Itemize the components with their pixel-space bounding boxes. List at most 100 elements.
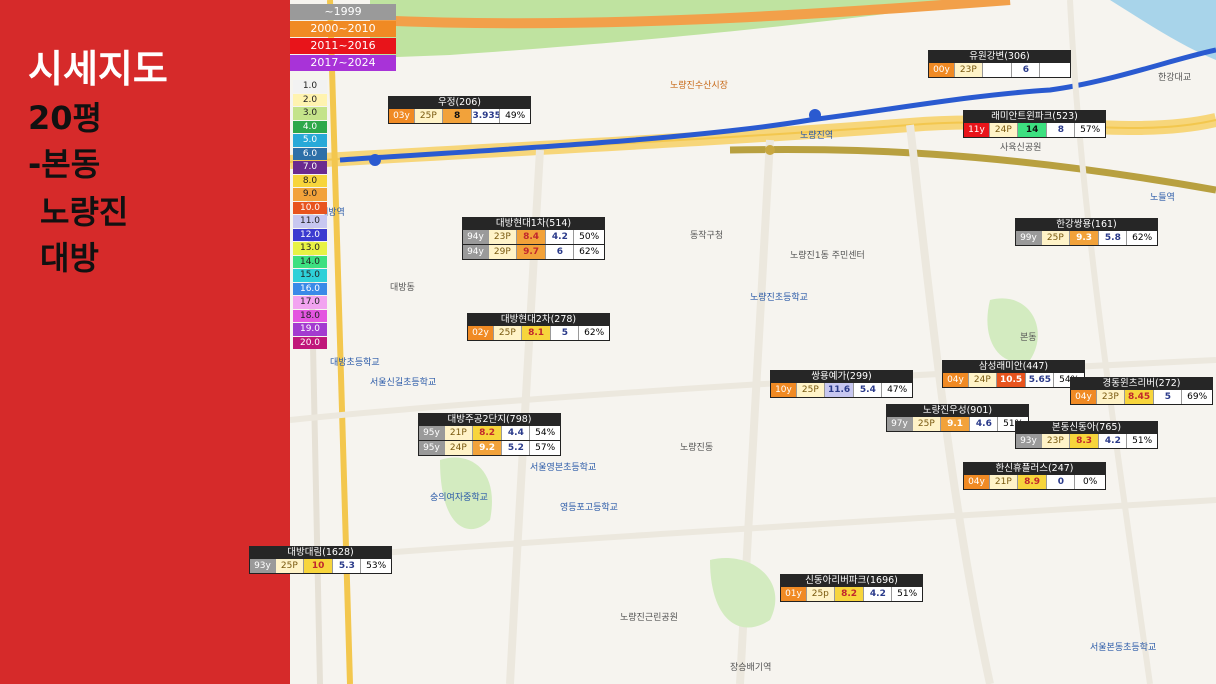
jeonse-ratio-cell — [1040, 63, 1070, 77]
price-legend-item: 17.0 — [293, 296, 327, 309]
price-legend-item: 12.0 — [293, 228, 327, 241]
price-cell: 8 — [442, 109, 473, 123]
size-cell: 23P — [1041, 434, 1070, 448]
price-legend: 1.0 2.0 3.0 4.0 5.0 6.0 7.0 8.0 9.0 10.0 11.0 12.0 1… — [293, 80, 327, 350]
era-legend: ~1999 2000~2010 2011~2016 2017~2024 — [290, 4, 396, 72]
apartment-row: 94y 23P 8.4 4.2 50% — [462, 230, 605, 245]
apartment-name: 신동아리버파크(1696) — [780, 574, 923, 587]
jeonse-ratio-cell: 47% — [887, 385, 908, 395]
era-legend-item: 2011~2016 — [290, 38, 396, 54]
jeonse-ratio-cell: 49% — [505, 111, 526, 121]
jeonse-cell: 5.65 — [1026, 373, 1055, 387]
map-label-daebang-elementary: 대방초등학교 — [330, 358, 380, 368]
price-cell: 8.9 — [1017, 475, 1048, 489]
built-year-cell: 93y — [250, 559, 276, 573]
size-cell: 25P — [493, 326, 522, 340]
price-cell: 8.1 — [521, 326, 552, 340]
map-label-singil-elementary: 서울신길초등학교 — [370, 378, 437, 388]
apartment-name: 한강쌍용(161) — [1015, 218, 1158, 231]
built-year-cell: 94y — [463, 230, 489, 244]
price-legend-item: 9.0 — [293, 188, 327, 201]
size-cell: 24P — [968, 373, 997, 387]
map-label-noryangjin-station: 노량진역 — [800, 131, 834, 141]
built-year-cell: 01y — [781, 587, 807, 601]
map-label-daebang-dong: 대방동 — [390, 283, 415, 293]
apartment-label[interactable]: 대방주공2단지(798) 95y 21P 8.2 4.4 54% 95y 24P 9.2 5.2 5… — [418, 413, 561, 456]
map-label-sungui-middle: 숭의여자중학교 — [430, 493, 488, 503]
apartment-label[interactable]: 쌍용예가(299) 10y 25P 11.6 5.4 47% — [770, 370, 913, 398]
built-year-cell: 95y — [419, 441, 445, 455]
apartment-label[interactable]: 대방대림(1628) 93y 25P 10 5.3 53% — [249, 546, 392, 574]
built-year-cell: 02y — [468, 326, 494, 340]
apartment-name: 대방현대1차(514) — [462, 217, 605, 230]
map-label-hangang-bridge: 한강대교 — [1158, 73, 1192, 83]
price-cell: 10.5 — [996, 373, 1027, 387]
apartment-label[interactable]: 유원강변(306) 00y 23P 6 — [928, 50, 1071, 78]
apartment-row: 97y 25P 9.1 4.6 51% — [886, 417, 1029, 432]
apartment-name: 대방주공2단지(798) — [418, 413, 561, 426]
built-year-cell: 04y — [943, 373, 969, 387]
jeonse-cell: 5.8 — [1099, 231, 1128, 245]
apartment-row: 93y 23P 8.3 4.2 51% — [1015, 434, 1158, 449]
price-legend-item: 1.0 — [293, 80, 327, 93]
jeonse-cell: 5.2 — [502, 441, 531, 455]
apartment-label[interactable]: 래미안트윈파크(523) 11y 24P 14 8 57% — [963, 110, 1106, 138]
apartment-name: 쌍용예가(299) — [770, 370, 913, 383]
jeonse-cell: 5.3 — [333, 559, 362, 573]
apartment-label[interactable]: 대방현대1차(514) 94y 23P 8.4 4.2 50% 94y 29P 9.7 6 62% — [462, 217, 605, 260]
apartment-label[interactable]: 삼성래미안(447)04y24P10.55.6554% — [942, 360, 1085, 388]
size-cell: 21P — [444, 426, 473, 440]
built-year-cell: 00y — [929, 63, 955, 77]
size-cell: 25P — [275, 559, 304, 573]
jeonse-cell: 4.4 — [502, 426, 531, 440]
built-year-cell: 94y — [463, 245, 489, 259]
price-legend-item: 11.0 — [293, 215, 327, 228]
built-year-cell: 99y — [1016, 231, 1042, 245]
apartment-label[interactable]: 한신휴플러스(247) 04y 21P 8.9 0 0% — [963, 462, 1106, 490]
jeonse-ratio-cell: 50% — [579, 232, 600, 242]
built-year-cell: 11y — [964, 123, 990, 137]
apartment-label[interactable]: 대방현대2차(278) 02y 25P 8.1 5 62% — [467, 313, 610, 341]
map-label-fish-market: 노량진수산시장 — [670, 81, 728, 91]
jeonse-ratio-cell: 62% — [584, 328, 605, 338]
apartment-row: 93y 25P 10 5.3 53% — [249, 559, 392, 574]
era-legend-item: ~1999 — [290, 4, 396, 20]
price-legend-item: 4.0 — [293, 120, 327, 133]
apartment-label[interactable]: 노량진우성(901) 97y 25P 9.1 4.6 51% — [886, 404, 1029, 432]
price-legend-item: 19.0 — [293, 323, 327, 336]
map-label-yeongdeungpo-high: 영등포고등학교 — [560, 503, 618, 513]
jeonse-cell: 4.2 — [864, 587, 893, 601]
price-cell: 9.3 — [1069, 231, 1100, 245]
apartment-label[interactable]: 본동신동아(765) 93y 23P 8.3 4.2 51% — [1015, 421, 1158, 449]
price-legend-item: 3.0 — [293, 107, 327, 120]
price-legend-item: 5.0 — [293, 134, 327, 147]
jeonse-ratio-cell: 51% — [1132, 436, 1153, 446]
price-cell: 9.2 — [472, 441, 503, 455]
apartment-name: 한신휴플러스(247) — [963, 462, 1106, 475]
apartment-label[interactable]: 신동아리버파크(1696) 01y 25p 8.2 4.2 51% — [780, 574, 923, 602]
price-legend-item: 8.0 — [293, 174, 327, 187]
size-cell: 25P — [912, 417, 941, 431]
apartment-name: 래미안트윈파크(523) — [963, 110, 1106, 123]
jeonse-ratio-cell: 54% — [535, 428, 556, 438]
jeonse-cell: 0 — [1047, 475, 1076, 489]
apartment-row: 95y 24P 9.2 5.2 57% — [418, 441, 561, 456]
price-cell — [982, 63, 1013, 77]
apartment-name: 본동신동아(765) — [1015, 421, 1158, 434]
built-year-cell: 93y — [1016, 434, 1042, 448]
title-line-3: -본동 — [28, 145, 101, 183]
jeonse-cell: 8 — [1047, 123, 1076, 137]
apartment-row: 94y 29P 9.7 6 62% — [462, 245, 605, 260]
apartment-label[interactable]: 경동윈츠리버(272) 04y 23P 8.45 5 69% — [1070, 377, 1213, 405]
built-year-cell: 10y — [771, 383, 797, 397]
title-line-2: 20평 — [28, 99, 102, 137]
apartment-label[interactable]: 우정(206)03y25P83.9355 49% — [388, 96, 531, 124]
apartment-label[interactable]: 한강쌍용(161) 99y 25P 9.3 5.8 62% — [1015, 218, 1158, 246]
built-year-cell: 95y — [419, 426, 445, 440]
apartment-name: 삼성래미안(447) — [942, 360, 1085, 373]
apartment-row: 03y25P83.9355 49% — [388, 109, 531, 124]
price-legend-item: 10.0 — [293, 201, 327, 214]
price-legend-item: 20.0 — [293, 336, 327, 349]
price-legend-item: 7.0 — [293, 161, 327, 174]
price-cell: 8.4 — [516, 230, 547, 244]
